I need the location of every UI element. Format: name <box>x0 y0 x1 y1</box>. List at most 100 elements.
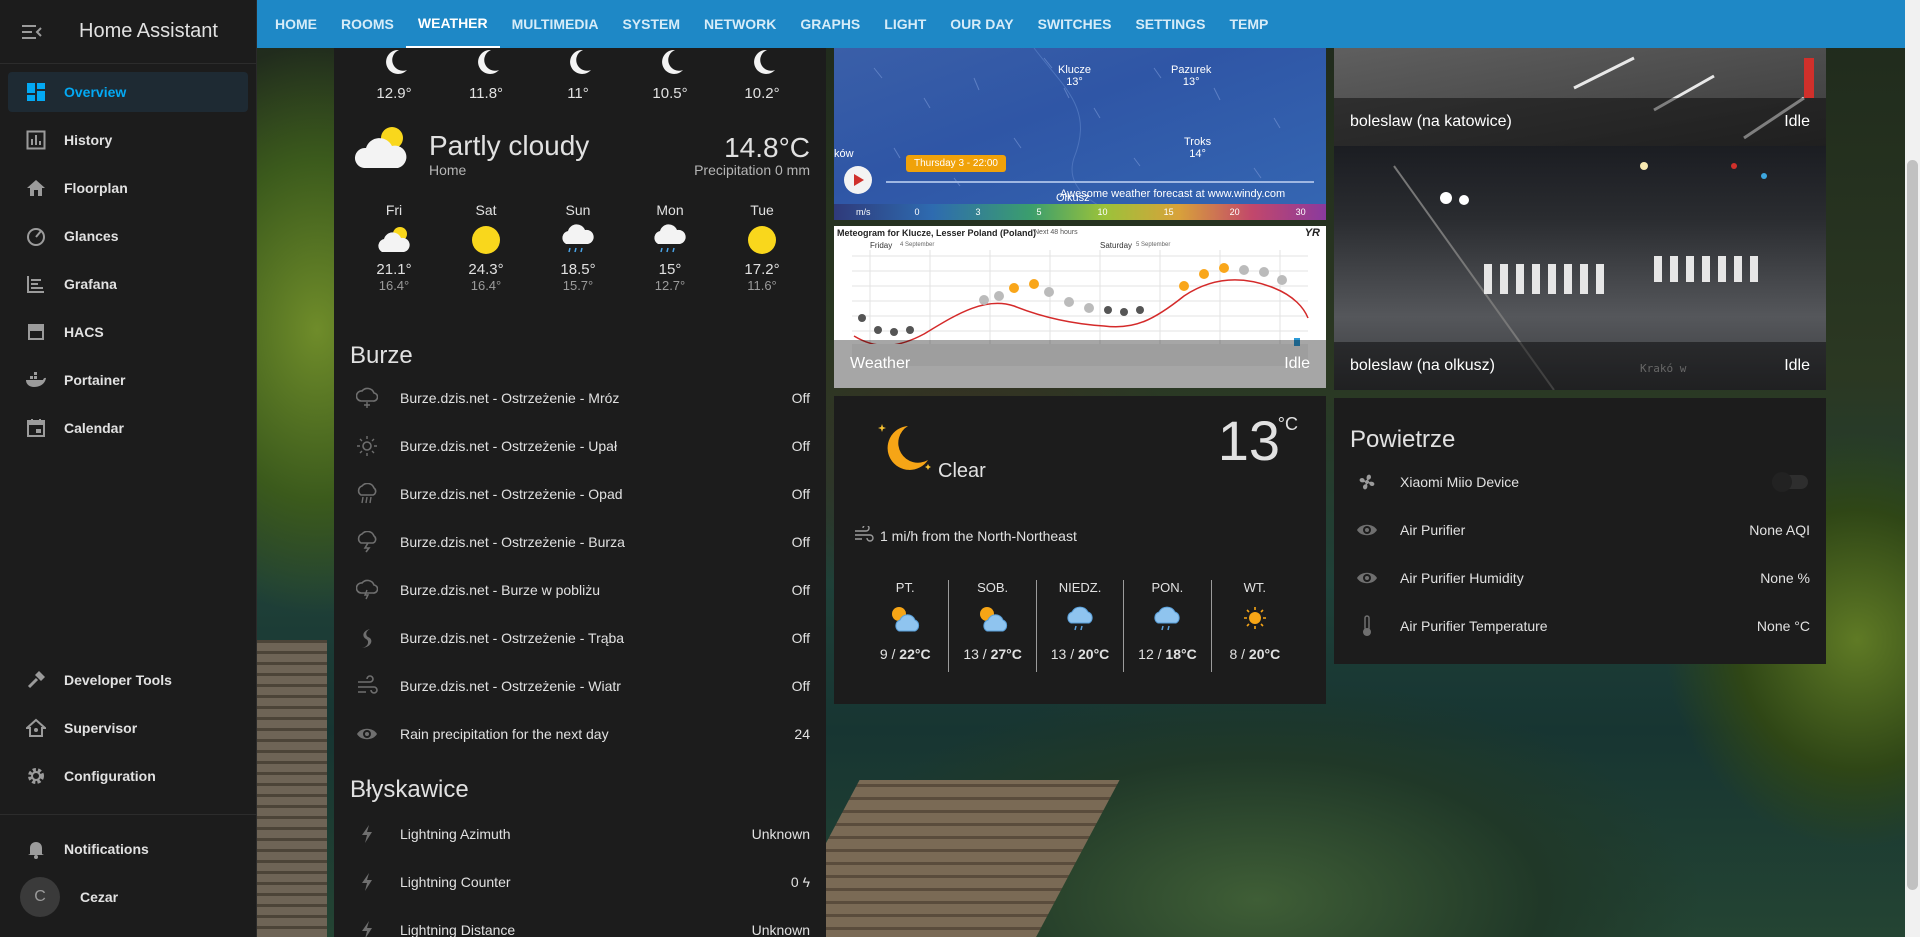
entity-state: Off <box>791 486 810 502</box>
tab-our-day[interactable]: OUR DAY <box>938 0 1025 48</box>
camera-caption: boleslaw (na katowice) Idle <box>1334 98 1826 146</box>
section-title-burze: Burze <box>350 342 413 369</box>
entity-state: 24 <box>794 726 810 742</box>
entity-state: Off <box>791 534 810 550</box>
tab-system[interactable]: SYSTEM <box>610 0 692 48</box>
entity-state: None AQI <box>1749 522 1810 538</box>
forecast-day: WT. <box>1243 580 1267 595</box>
sidebar-item-developer-tools[interactable]: Developer Tools <box>8 660 248 700</box>
sidebar-item-portainer[interactable]: Portainer <box>8 360 248 400</box>
entity-row[interactable]: Burze.dzis.net - Ostrzeżenie - Burza Off <box>334 518 826 566</box>
forecast-low: 12 <box>1138 646 1154 662</box>
moon-star-icon <box>878 424 931 470</box>
tab-temp[interactable]: TEMP <box>1217 0 1280 48</box>
sidebar-item-overview[interactable]: Overview <box>8 72 248 112</box>
camera-name: boleslaw (na katowice) <box>1350 113 1512 130</box>
entity-row[interactable]: Burze.dzis.net - Ostrzeżenie - Mróz Off <box>334 374 826 422</box>
section-title-air: Powietrze <box>1350 426 1456 453</box>
entity-name: Burze.dzis.net - Ostrzeżenie - Trąba <box>400 630 625 646</box>
current-temp: 14.8°C <box>724 132 810 163</box>
sidebar-item-grafana[interactable]: Grafana <box>8 264 248 304</box>
sidebar-item-history[interactable]: History <box>8 120 248 160</box>
flash-icon <box>334 920 400 937</box>
entity-row[interactable]: Air Purifier Temperature None °C <box>1334 602 1826 650</box>
sidebar-item-calendar[interactable]: Calendar <box>8 408 248 448</box>
app-title: Home Assistant <box>79 20 218 42</box>
sidebar-header: Home Assistant <box>0 0 256 64</box>
tab-switches[interactable]: SWITCHES <box>1026 0 1124 48</box>
page-scrollbar[interactable] <box>1905 0 1920 937</box>
city-name: Pazurek <box>1171 64 1212 76</box>
sidebar-item-label: Developer Tools <box>64 672 172 688</box>
calendar-icon <box>8 418 64 438</box>
windy-map[interactable]: Klucze 13° Pazurek 13° Troks 14° ków Olkusz… <box>834 48 1326 220</box>
entity-state: Off <box>791 582 810 598</box>
entity-state: Unknown <box>751 826 810 842</box>
map-city: Pazurek 13° <box>1171 64 1211 88</box>
sidebar-item-label: Configuration <box>64 768 156 784</box>
entity-row[interactable]: Lightning Distance Unknown <box>334 906 826 937</box>
entity-name: Burze.dzis.net - Ostrzeżenie - Wiatr <box>400 678 621 694</box>
camera-olkusz[interactable]: Krakó w boleslaw (na olkusz) Idle <box>1334 146 1826 390</box>
daily-forecast-item: Sat 24.3° 16.4° <box>456 202 516 293</box>
sidebar-item-hacs[interactable]: HACS <box>8 312 248 352</box>
forecast-day: SOB. <box>977 580 1009 595</box>
camera-name: boleslaw (na olkusz) <box>1350 357 1495 374</box>
entity-row[interactable]: Burze.dzis.net - Ostrzeżenie - Wiatr Off <box>334 662 826 710</box>
tab-network[interactable]: NETWORK <box>692 0 788 48</box>
sidebar-item-glances[interactable]: Glances <box>8 216 248 256</box>
tab-light[interactable]: LIGHT <box>872 0 938 48</box>
entity-row[interactable]: Burze.dzis.net - Burze w pobliżu Off <box>334 566 826 614</box>
windy-credit[interactable]: Awesome weather forecast at www.windy.co… <box>1060 188 1285 200</box>
entity-row[interactable]: Rain precipitation for the next day 24 <box>334 710 826 758</box>
entity-state: None °C <box>1756 618 1810 634</box>
entity-row[interactable]: Burze.dzis.net - Ostrzeżenie - Opad Off <box>334 470 826 518</box>
entity-state: Unknown <box>751 922 810 937</box>
timeline-slider[interactable] <box>886 181 1314 183</box>
hourly-temp: 11.8° <box>468 85 504 102</box>
entity-row[interactable]: Xiaomi Miio Device <box>1334 458 1826 506</box>
tab-home[interactable]: HOME <box>263 0 329 48</box>
sidebar-item-supervisor[interactable]: Supervisor <box>8 708 248 748</box>
entity-row[interactable]: Burze.dzis.net - Ostrzeżenie - Trąba Off <box>334 614 826 662</box>
entity-row[interactable]: Burze.dzis.net - Ostrzeżenie - Upał Off <box>334 422 826 470</box>
clear-forecast-day: PON. 12 / 18°C <box>1124 580 1212 672</box>
clear-weather-card[interactable]: Clear 13 °C 1 mi/h from the North-Northe… <box>834 396 1326 704</box>
tab-settings[interactable]: SETTINGS <box>1123 0 1217 48</box>
forecast-day: Sun <box>565 202 591 218</box>
camera-katowice[interactable]: boleslaw (na katowice) Idle <box>1334 48 1826 146</box>
moon-icon <box>570 49 591 74</box>
sidebar-item-configuration[interactable]: Configuration <box>8 756 248 796</box>
entity-name: Lightning Counter <box>400 874 511 890</box>
docker-icon <box>8 370 64 390</box>
snow-cloud-icon <box>334 387 400 409</box>
tab-rooms[interactable]: ROOMS <box>329 0 406 48</box>
menu-toggle-icon[interactable] <box>0 0 64 64</box>
entity-row[interactable]: Lightning Azimuth Unknown <box>334 810 826 858</box>
entity-row[interactable]: Air Purifier None AQI <box>1334 506 1826 554</box>
tab-graphs[interactable]: GRAPHS <box>788 0 872 48</box>
device-toggle[interactable] <box>1772 472 1808 492</box>
forecast-low: 16.4° <box>470 278 502 293</box>
sun-icon <box>1243 607 1266 629</box>
sidebar-user[interactable]: C Cezar <box>8 877 248 917</box>
forecast-high: 21.1° <box>376 261 412 278</box>
scale-label: 5 <box>1036 207 1042 217</box>
clear-forecast-day: WT. 8 / 20°C <box>1212 580 1298 672</box>
sidebar-item-floorplan[interactable]: Floorplan <box>8 168 248 208</box>
moon-icon <box>754 49 775 74</box>
sidebar-item-notifications[interactable]: Notifications <box>8 829 248 869</box>
tab-multimedia[interactable]: MULTIMEDIA <box>500 0 611 48</box>
scrollbar-thumb[interactable] <box>1907 160 1918 890</box>
hourly-forecast-item: 12.9° <box>364 48 424 102</box>
entity-row[interactable]: Lightning Counter 0 ϟ <box>334 858 826 906</box>
storm-cloud-icon <box>334 579 400 601</box>
daily-forecast-item: Sun 18.5° 15.7° <box>548 202 608 293</box>
scale-label: 3 <box>975 207 981 217</box>
hammer-icon <box>8 670 64 690</box>
chart-timeline-icon <box>8 274 64 294</box>
meteogram-card[interactable]: Meteogram for Klucze, Lesser Poland (Pol… <box>834 226 1326 388</box>
entity-row[interactable]: Air Purifier Humidity None % <box>1334 554 1826 602</box>
play-button[interactable] <box>844 166 872 194</box>
tab-weather[interactable]: WEATHER <box>405 0 500 48</box>
